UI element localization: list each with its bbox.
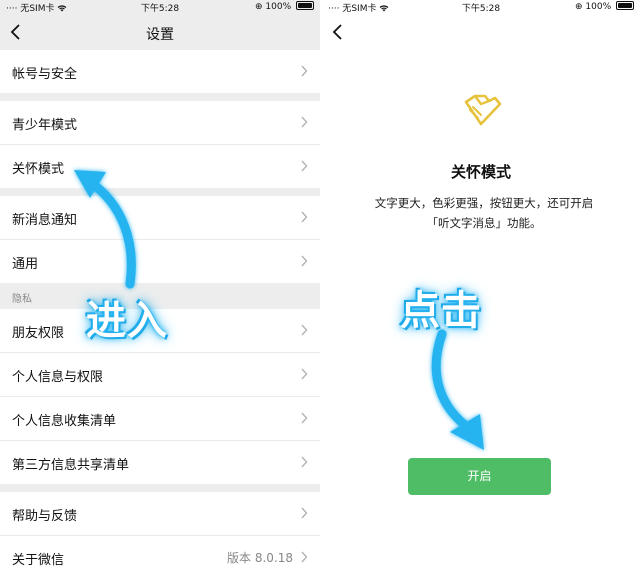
- settings-screen: ···· 无SIM卡 下午5:28 ⊕ 100% 设置 帐号与安全 青少年模式 …: [0, 0, 320, 569]
- row-general[interactable]: 通用: [0, 240, 320, 283]
- privacy-section-header: 隐私: [0, 283, 320, 309]
- care-mode-icon: [464, 94, 502, 126]
- chevron-right-icon: [301, 65, 308, 77]
- chevron-right-icon: [301, 507, 308, 519]
- row-account-security[interactable]: 帐号与安全: [0, 50, 320, 93]
- click-annotation: 点击: [400, 288, 482, 334]
- chevron-right-icon: [301, 160, 308, 172]
- row-youth-mode[interactable]: 青少年模式: [0, 101, 320, 145]
- care-mode-title: 关怀模式: [450, 163, 511, 181]
- care-mode-screen: ···· 无SIM卡 下午5:28 ⊕ 100% 关怀模式 文字更大，色彩更强，…: [322, 0, 640, 569]
- care-mode-description: 文字更大，色彩更强，按钮更大，还可开启 「听文字消息」功能。: [374, 196, 594, 230]
- nav-bar: [322, 14, 640, 50]
- chevron-right-icon: [301, 211, 308, 223]
- chevron-right-icon: [301, 368, 308, 380]
- status-bar: ···· 无SIM卡 下午5:28 ⊕ 100%: [0, 0, 320, 14]
- status-bar: ···· 无SIM卡 下午5:28 ⊕ 100%: [322, 0, 640, 14]
- row-about-wechat[interactable]: 关于微信 版本 8.0.18: [0, 536, 320, 569]
- back-chevron-icon[interactable]: [331, 23, 345, 41]
- row-personal-info-permissions[interactable]: 个人信息与权限: [0, 353, 320, 397]
- orientation-lock-icon: ⊕: [254, 2, 263, 12]
- row-care-mode[interactable]: 关怀模式: [0, 145, 320, 188]
- chevron-right-icon: [301, 324, 308, 336]
- version-value: 版本 8.0.18: [227, 551, 293, 565]
- enable-button[interactable]: 开启: [408, 458, 551, 495]
- row-third-party-sharing-list[interactable]: 第三方信息共享清单: [0, 441, 320, 484]
- chevron-right-icon: [301, 456, 308, 468]
- orientation-lock-icon: ⊕: [574, 2, 583, 12]
- chevron-right-icon: [301, 255, 308, 267]
- chevron-right-icon: [301, 412, 308, 424]
- battery-icon: [616, 1, 634, 10]
- chevron-right-icon: [301, 551, 308, 563]
- chevron-right-icon: [301, 116, 308, 128]
- nav-bar: 设置: [0, 14, 320, 50]
- row-help-feedback[interactable]: 帮助与反馈: [0, 492, 320, 536]
- battery-percent: 100%: [265, 2, 292, 12]
- row-info-collection-list[interactable]: 个人信息收集清单: [0, 397, 320, 441]
- row-new-message-notify[interactable]: 新消息通知: [0, 196, 320, 240]
- battery-icon: [296, 1, 314, 10]
- battery-percent: 100%: [585, 2, 612, 12]
- row-friend-permissions[interactable]: 朋友权限: [0, 309, 320, 353]
- page-title: 设置: [146, 27, 174, 43]
- settings-list: 帐号与安全 青少年模式 关怀模式 新消息通知 通用 隐私 朋友权限 个人信息与权…: [0, 50, 320, 569]
- curved-arrow-icon: [431, 329, 484, 450]
